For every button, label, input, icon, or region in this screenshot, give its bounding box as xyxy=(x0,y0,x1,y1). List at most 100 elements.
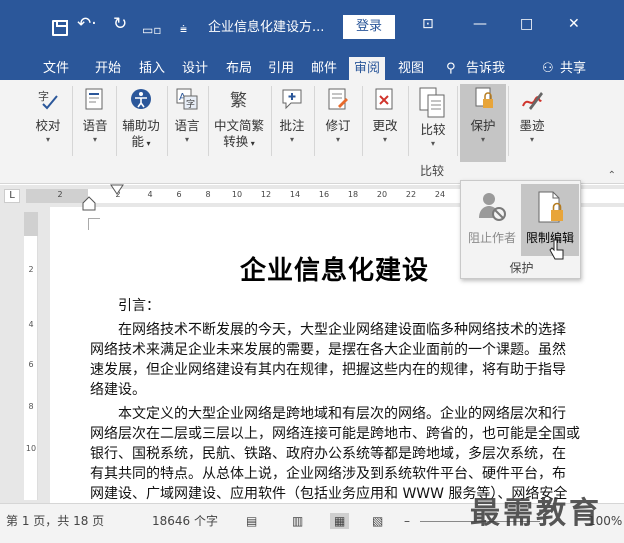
tab-file[interactable]: 文件 xyxy=(41,57,71,80)
tab-selector[interactable]: L xyxy=(4,189,20,203)
share-icon[interactable]: ⚇ xyxy=(540,57,556,80)
chevron-down-icon: ▾ xyxy=(184,135,189,144)
ruler-tick: 20 xyxy=(376,190,388,199)
changes-button[interactable]: 更改 ▾ xyxy=(366,86,404,146)
tab-home[interactable]: 开始 xyxy=(93,57,123,80)
divider xyxy=(508,86,509,156)
svg-text:字: 字 xyxy=(186,98,195,110)
proofing-label: 校对 xyxy=(35,118,61,133)
document-line: 银行、国税系统，民航、铁路、政府办公系统等都是跨地域，多层次系统，在 xyxy=(90,446,566,462)
compare-icon xyxy=(419,87,445,118)
tab-references[interactable]: 引用 xyxy=(266,57,296,80)
chevron-down-icon: ▾ xyxy=(382,135,387,144)
chevron-down-icon: ▾ xyxy=(143,139,151,148)
watermark-logo: 最需教育 xyxy=(470,496,602,531)
track-changes-button[interactable]: 修订 ▾ xyxy=(318,86,358,146)
document-heading: 企业信息化建设 xyxy=(240,256,430,286)
redo-icon[interactable]: ↻ xyxy=(113,15,127,33)
protect-icon xyxy=(475,87,493,108)
track-changes-icon xyxy=(328,88,348,110)
chinese-conversion-label-2: 转换 xyxy=(223,134,249,149)
changes-label: 更改 xyxy=(372,118,398,133)
accessibility-icon xyxy=(131,89,151,109)
share-button[interactable]: 共享 xyxy=(558,57,588,80)
comment-icon xyxy=(282,89,302,110)
ruler-tick: 8 xyxy=(205,190,211,199)
proofing-button[interactable]: 字 校对 ▾ xyxy=(30,86,66,146)
language-button[interactable]: A字 语言 ▾ xyxy=(170,86,204,146)
protect-button[interactable]: 保护 ▾ xyxy=(460,84,506,162)
chinese-conversion-button[interactable]: 繁 中文简繁 转换 ▾ xyxy=(210,86,268,152)
search-icon[interactable]: ⚲ xyxy=(444,57,458,80)
web-layout-icon[interactable]: ▧ xyxy=(372,513,383,529)
collapse-ribbon-icon[interactable]: ⌃ xyxy=(608,170,616,181)
proofing-icon: 字 xyxy=(38,89,58,110)
compare-button[interactable]: 比较 ▾ xyxy=(412,86,454,150)
chevron-down-icon: ▾ xyxy=(430,139,435,148)
divider xyxy=(167,86,168,156)
chevron-down-icon: ▾ xyxy=(335,135,340,144)
undo-icon[interactable]: ↶· xyxy=(77,15,97,33)
title-bar: ↶· ↻ ▭▫ ⩧ 企业信息化建设方... 登录 ⊡ — □ ✕ xyxy=(0,0,624,54)
chevron-down-icon: ▾ xyxy=(248,139,255,148)
ribbon-display-options-icon[interactable]: ⊡ xyxy=(422,16,434,32)
comment-button[interactable]: 批注 ▾ xyxy=(274,86,310,146)
speech-button[interactable]: 语音 ▾ xyxy=(78,86,112,146)
tab-layout[interactable]: 布局 xyxy=(224,57,254,80)
word-count[interactable]: 18646 个字 xyxy=(152,513,218,529)
language-label: 语言 xyxy=(174,118,200,133)
document-line: 络建设。 xyxy=(90,382,146,398)
svg-text:繁: 繁 xyxy=(230,91,247,111)
track-changes-label: 修订 xyxy=(325,118,351,133)
close-button[interactable]: ✕ xyxy=(568,16,580,32)
ruler-tick: 2 xyxy=(57,190,63,199)
tab-insert[interactable]: 插入 xyxy=(137,57,167,80)
ruler-tick: 16 xyxy=(318,190,330,199)
ruler-tick: 2 xyxy=(28,265,34,274)
document-line: 速发展，但企业网络建设有其内在规律，把握这些内在的规律，将有助于指导 xyxy=(90,362,566,378)
ruler-tick: 4 xyxy=(28,320,34,329)
chevron-down-icon: ▾ xyxy=(529,135,534,144)
document-line: 有其共同的特点。从总体上说，企业网络涉及到系统软件平台、硬件平台，布 xyxy=(90,466,566,482)
protect-label: 保护 xyxy=(470,118,496,133)
read-mode-icon[interactable]: ▥ xyxy=(292,513,303,529)
protect-group-label: 保护 xyxy=(509,261,534,275)
document-line: 网络层次在二层或三层以上，网络连接可能是跨地市、跨省的，也可能是全国或 xyxy=(90,426,580,442)
vertical-ruler[interactable] xyxy=(24,212,38,500)
document-line: 本文定义的大型企业网络是跨地域和有层次的网络。企业的网络层次和行 xyxy=(118,406,566,422)
block-authors-button[interactable]: 阻止作者 xyxy=(463,184,521,256)
tell-me-field[interactable]: 告诉我 xyxy=(464,57,507,80)
accessibility-button[interactable]: 辅助功 能 ▾ xyxy=(118,86,164,152)
divider xyxy=(72,86,73,156)
page-count[interactable]: 第 1 页，共 18 页 xyxy=(6,513,104,529)
tab-design[interactable]: 设计 xyxy=(180,57,210,80)
document-line: 网络技术来满足企业未来发展的需要，是摆在各大企业面前的一个课题。虽然 xyxy=(90,342,566,358)
tab-view[interactable]: 视图 xyxy=(396,57,426,80)
compare-group-label: 比较 xyxy=(420,164,445,178)
proofing-status-icon[interactable]: ▤ xyxy=(246,513,257,529)
compare-label: 比较 xyxy=(420,122,446,137)
changes-icon xyxy=(375,88,393,110)
restrict-editing-icon xyxy=(538,191,563,223)
zoom-out-icon[interactable]: – xyxy=(404,513,410,529)
ruler-tick: 10 xyxy=(231,190,243,199)
maximize-button[interactable]: □ xyxy=(520,16,533,32)
divider xyxy=(208,86,209,156)
touch-mode-icon[interactable]: ▭▫ xyxy=(142,21,161,39)
divider xyxy=(314,86,315,156)
svg-text:字: 字 xyxy=(38,89,49,103)
minimize-button[interactable]: — xyxy=(473,16,487,32)
accessibility-label-2: 能 xyxy=(131,134,144,149)
ink-button[interactable]: 墨迹 ▾ xyxy=(512,86,552,146)
tab-review[interactable]: 审阅 xyxy=(349,57,386,80)
hanging-indent-marker[interactable] xyxy=(82,196,96,212)
save-icon[interactable] xyxy=(52,20,68,36)
tab-mailings[interactable]: 邮件 xyxy=(309,57,339,80)
login-button[interactable]: 登录 xyxy=(343,15,395,39)
first-line-indent-marker[interactable] xyxy=(110,184,124,196)
divider xyxy=(362,86,363,156)
chinese-conversion-label: 中文简繁 xyxy=(213,118,264,133)
print-layout-icon[interactable]: ▦ xyxy=(330,513,350,529)
customize-qat-icon[interactable]: ⩧ xyxy=(180,20,187,38)
ruler-tick: 6 xyxy=(28,360,34,369)
